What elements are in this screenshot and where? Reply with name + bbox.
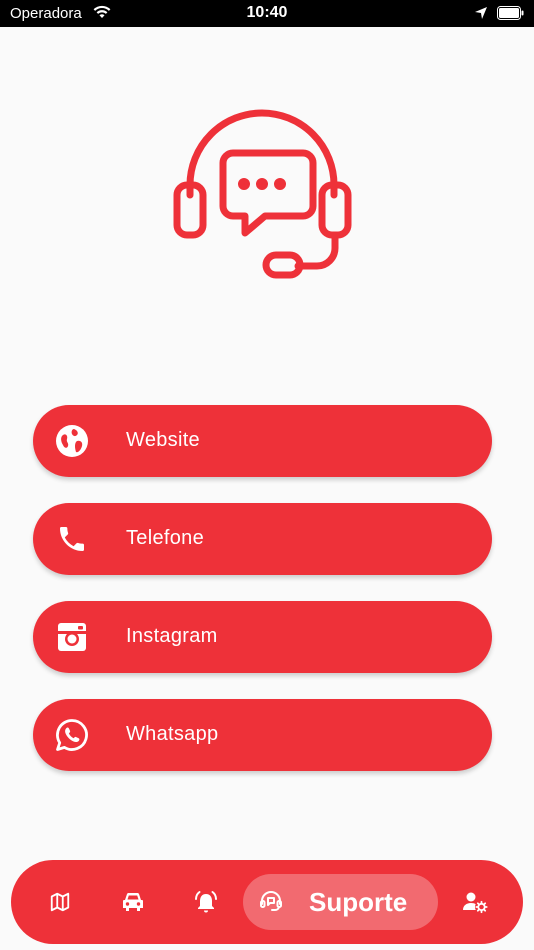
location-arrow-icon xyxy=(474,6,488,25)
whatsapp-icon xyxy=(55,718,89,752)
instagram-button[interactable]: Instagram xyxy=(33,601,492,673)
support-headset-icon xyxy=(167,100,357,290)
instagram-icon xyxy=(55,620,89,654)
status-bar: Operadora 10:40 xyxy=(0,0,534,27)
nav-item-suporte[interactable]: Suporte xyxy=(243,874,438,930)
telefone-button[interactable]: Telefone xyxy=(33,503,492,575)
alarm-icon[interactable] xyxy=(192,888,220,916)
car-icon[interactable] xyxy=(119,888,147,916)
website-button[interactable]: Website xyxy=(33,405,492,477)
clock: 10:40 xyxy=(246,4,288,21)
bottom-navigation: Suporte xyxy=(11,860,523,944)
user-settings-icon[interactable] xyxy=(461,888,489,916)
map-icon[interactable] xyxy=(46,888,74,916)
telefone-label: Telefone xyxy=(126,527,205,549)
battery-icon xyxy=(497,6,525,25)
phone-icon xyxy=(55,522,89,556)
globe-icon xyxy=(55,424,89,458)
nav-label-suporte: Suporte xyxy=(309,887,408,917)
support-icon xyxy=(259,889,283,918)
whatsapp-label: Whatsapp xyxy=(126,723,219,745)
website-label: Website xyxy=(126,429,200,451)
whatsapp-button[interactable]: Whatsapp xyxy=(33,699,492,771)
instagram-label: Instagram xyxy=(126,625,218,647)
